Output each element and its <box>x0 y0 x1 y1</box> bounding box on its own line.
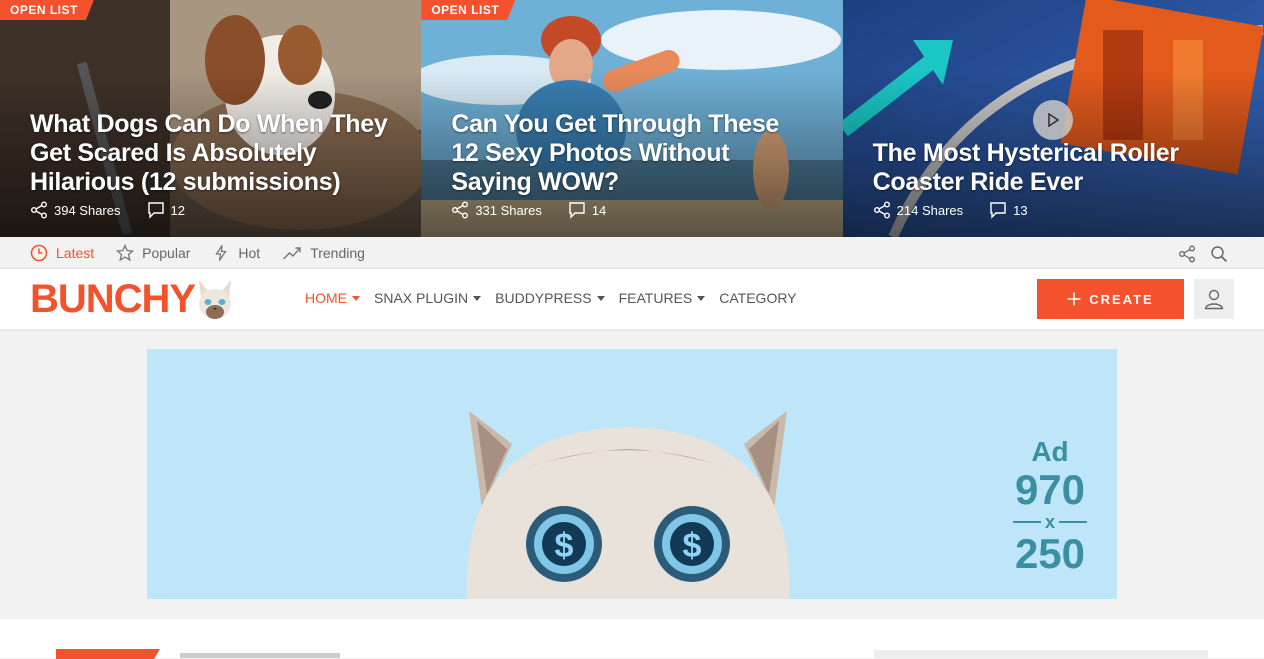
open-list-badge[interactable]: OPEN LIST <box>421 0 515 20</box>
chevron-down-icon <box>352 295 360 301</box>
plus-icon <box>1067 292 1081 306</box>
nav-label: SNAX PLUGIN <box>374 290 469 306</box>
ad-height: 250 <box>1014 530 1086 577</box>
ad-separator: x <box>1012 512 1087 532</box>
main-nav: HOME SNAX PLUGIN BUDDYPRESS FEATURES CAT… <box>305 290 797 306</box>
create-button[interactable]: CREATE <box>1037 279 1184 319</box>
comment-icon[interactable] <box>147 201 165 219</box>
comment-count[interactable]: 14 <box>592 203 606 218</box>
cat-logo-icon <box>199 280 232 319</box>
post-title-cutoff[interactable] <box>180 653 340 658</box>
play-icon <box>1048 113 1060 127</box>
featured-hero: OPEN LIST What Dogs Can Do When They Get… <box>0 0 1264 237</box>
ad-times: x <box>1044 512 1055 532</box>
comment-count[interactable]: 12 <box>171 203 185 218</box>
hero-title[interactable]: Can You Get Through These 12 Sexy Photos… <box>451 110 812 197</box>
ad-banner[interactable]: $ $ Ad 970 x 250 <box>147 349 1117 599</box>
user-icon <box>1204 289 1224 310</box>
nav-home[interactable]: HOME <box>305 290 360 306</box>
nav-label: BUDDYPRESS <box>495 290 592 306</box>
share-icon <box>452 201 469 219</box>
filter-label: Trending <box>310 244 365 261</box>
site-header: BUNCHY HOME SNAX PLUGIN BUDDYPRESS FEATU… <box>0 269 1264 329</box>
search-icon[interactable] <box>1210 245 1228 263</box>
logo-text: BUNCHY <box>30 277 196 321</box>
share-count: 214 Shares <box>896 202 964 218</box>
content-area <box>0 619 1264 658</box>
comment-icon[interactable] <box>568 201 586 219</box>
nav-label: FEATURES <box>618 290 693 306</box>
svg-text:$: $ <box>683 527 702 565</box>
play-video-button[interactable] <box>1033 100 1073 140</box>
star-icon <box>116 243 135 261</box>
nav-label: HOME <box>305 290 347 306</box>
ad-width: 970 <box>1014 466 1086 513</box>
site-logo[interactable]: BUNCHY <box>30 277 235 321</box>
share-count: 394 Shares <box>54 202 121 218</box>
share-icon[interactable] <box>1178 245 1196 263</box>
hero-meta: 214 Shares 13 <box>873 201 1028 219</box>
nav-label: CATEGORY <box>719 290 797 306</box>
comment-icon[interactable] <box>989 201 1007 219</box>
filter-latest[interactable]: Latest <box>30 244 94 262</box>
hero-meta: 331 Shares 14 <box>451 201 606 219</box>
hero-card-photos[interactable]: OPEN LIST Can You Get Through These 12 S… <box>421 0 843 237</box>
hero-title[interactable]: What Dogs Can Do When They Get Scared Is… <box>30 110 391 197</box>
chevron-down-icon <box>473 295 482 301</box>
lightning-icon <box>215 244 228 261</box>
nav-snax-plugin[interactable]: SNAX PLUGIN <box>374 290 482 306</box>
filter-label: Hot <box>238 244 261 261</box>
chevron-down-icon <box>697 295 706 301</box>
filter-label: Latest <box>56 244 95 261</box>
open-list-badge[interactable]: OPEN LIST <box>0 0 94 20</box>
nav-buddypress[interactable]: BUDDYPRESS <box>495 290 605 306</box>
ad-size-label: Ad 970 x 250 <box>1012 436 1087 577</box>
ad-label-text: Ad <box>1031 436 1069 467</box>
chevron-down-icon <box>596 295 605 301</box>
clock-icon <box>30 244 48 261</box>
user-account-button[interactable] <box>1194 279 1234 319</box>
create-label: CREATE <box>1089 291 1154 307</box>
filter-bar: Latest Popular Hot Trending <box>0 237 1264 269</box>
hero-title[interactable]: The Most Hysterical Roller Coaster Ride … <box>873 139 1234 197</box>
subnav-actions <box>1178 245 1228 263</box>
hero-card-dogs[interactable]: OPEN LIST What Dogs Can Do When They Get… <box>0 0 422 237</box>
hero-meta: 394 Shares 12 <box>30 201 185 219</box>
filter-label: Popular <box>142 244 191 261</box>
share-count: 331 Shares <box>475 202 542 218</box>
filter-popular[interactable]: Popular <box>116 243 191 262</box>
nav-features[interactable]: FEATURES <box>619 290 706 306</box>
cat-ad-image: $ $ <box>466 411 790 599</box>
svg-text:$: $ <box>555 527 574 565</box>
sidebar-widget <box>874 650 1208 658</box>
share-icon <box>873 201 890 219</box>
trending-icon <box>283 246 301 259</box>
share-icon <box>31 201 47 219</box>
comment-count[interactable]: 13 <box>1013 203 1027 218</box>
filter-hot[interactable]: Hot <box>212 244 260 262</box>
nav-category[interactable]: CATEGORY <box>719 290 796 306</box>
filter-trending[interactable]: Trending <box>282 244 365 262</box>
